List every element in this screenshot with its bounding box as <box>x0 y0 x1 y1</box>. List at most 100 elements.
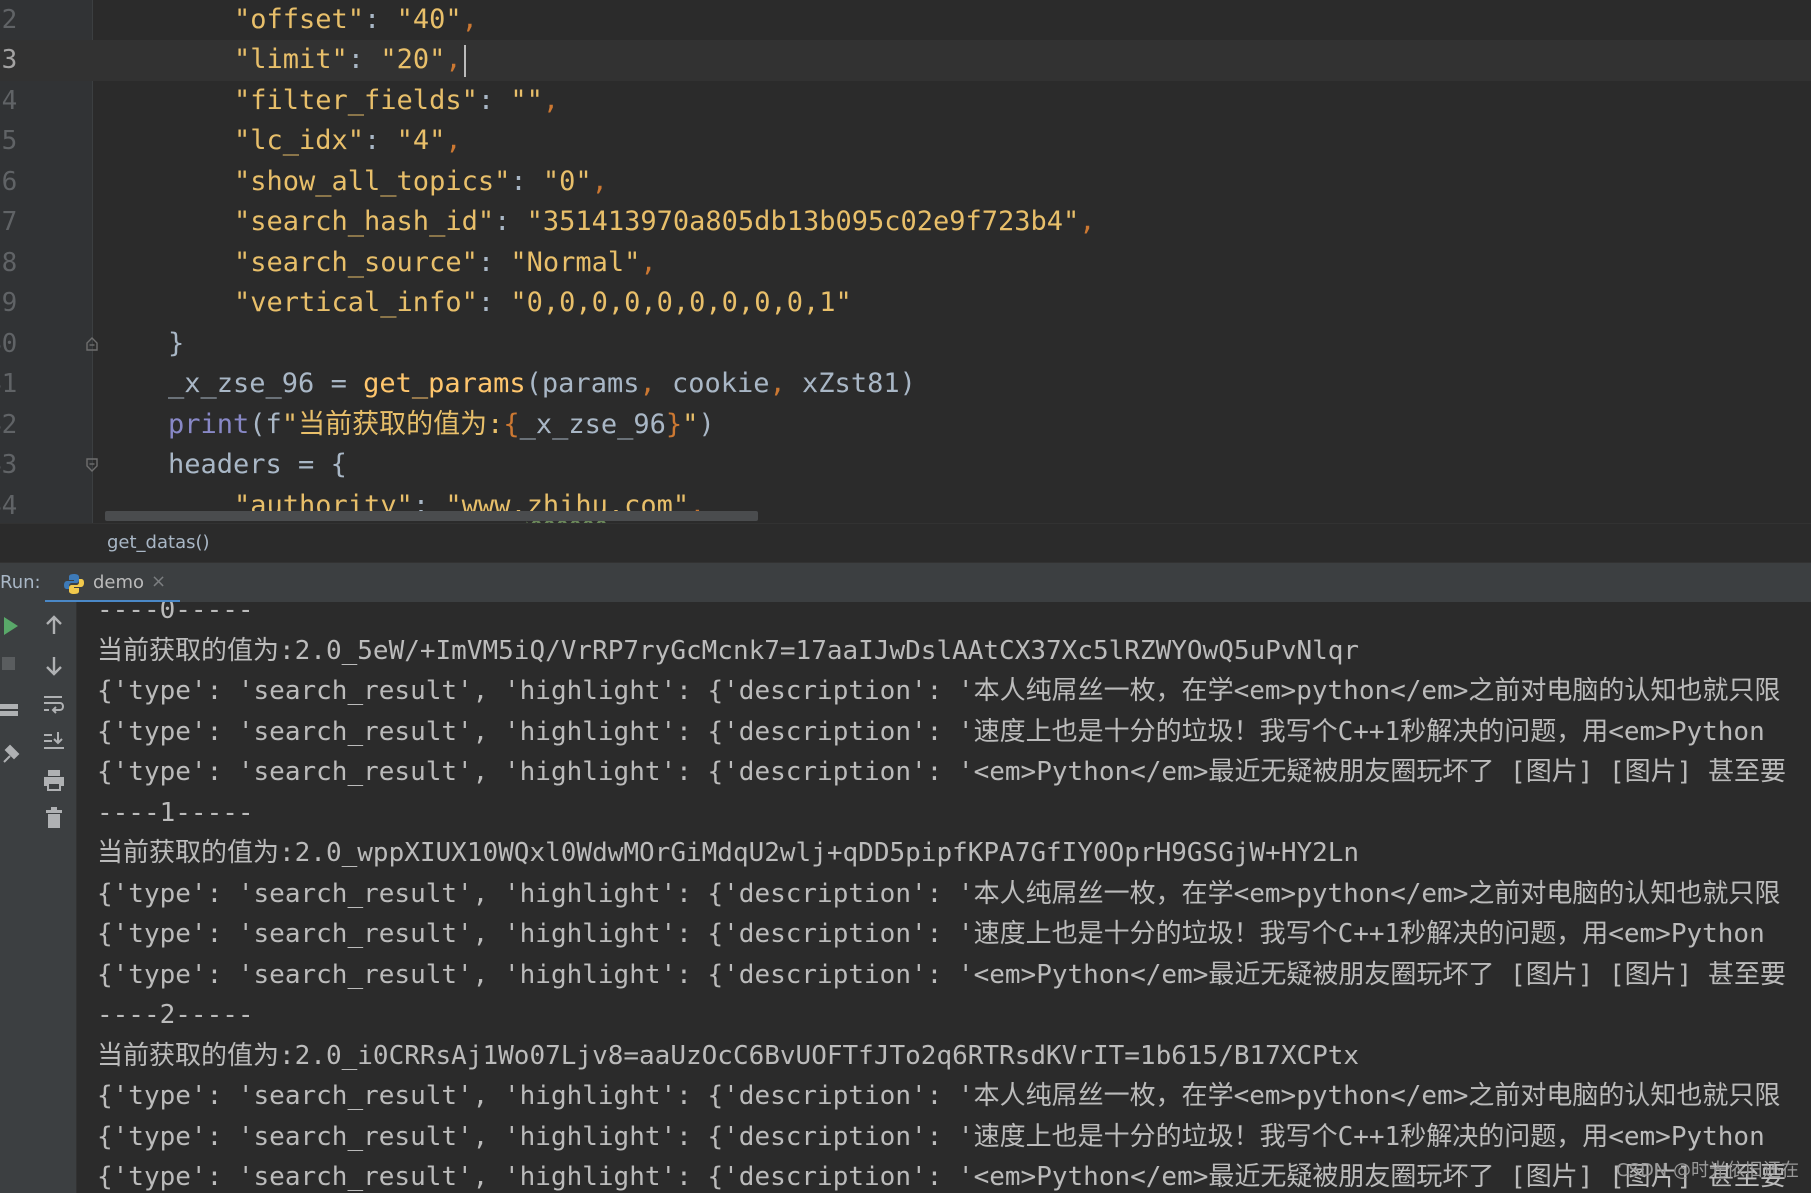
code-line[interactable]: 37 "search_hash_id": "351413970a805db13b… <box>0 202 1811 243</box>
dict-value: "4" <box>396 125 446 156</box>
console-line: {'type': 'search_result', 'highlight': {… <box>97 1081 1781 1111</box>
line-number: 35 <box>0 126 18 156</box>
console-line: ----2----- <box>97 1000 254 1030</box>
code-text: "offset": "40", <box>234 4 478 35</box>
console-line: {'type': 'search_result', 'highlight': {… <box>97 1121 1765 1152</box>
line-number: 37 <box>0 207 18 237</box>
comma: , <box>445 125 462 156</box>
console-line: ----1----- <box>97 797 254 828</box>
line-number: 43 <box>0 450 18 480</box>
line-number: 38 <box>0 247 18 278</box>
dict-key: "vertical_info" <box>234 287 478 318</box>
code-text: "limit": "20", <box>234 40 466 81</box>
console-line: {'type': 'search_result', 'highlight': {… <box>97 959 1786 990</box>
code-text: "lc_idx": "4", <box>234 125 462 156</box>
line-number: 41 <box>0 369 18 399</box>
comma: , <box>461 4 478 35</box>
fstring: "当前获取的值为: <box>281 408 504 440</box>
dict-value: "20" <box>380 44 446 75</box>
code-line[interactable]: 39 "vertical_info": "0,0,0,0,0,0,0,0,0,1… <box>0 283 1811 324</box>
dict-value: "0" <box>542 165 592 197</box>
code-line[interactable]: 42 print(f"当前获取的值为:{_x_zse_96}") <box>0 405 1811 446</box>
code-text: headers = { <box>168 449 347 480</box>
horizontal-scrollbar[interactable] <box>105 511 758 521</box>
layout-icon[interactable] <box>0 698 28 726</box>
run-label: Run: <box>0 572 41 593</box>
dict-key: "lc_idx" <box>234 125 365 156</box>
console-line: 当前获取的值为:2.0_5eW/+ImVM5iQ/VrRP7ryGcMcnk7=… <box>97 635 1360 666</box>
code-line[interactable]: 38 "search_source": "Normal", <box>0 243 1811 284</box>
run-toolwindow-header: Run: demo × <box>0 562 1811 603</box>
code-line[interactable]: 41 _x_zse_96 = get_params(params, cookie… <box>0 364 1811 405</box>
code-line-current[interactable]: 33 "limit": "20", <box>0 40 1811 81</box>
comma: , <box>1079 206 1096 237</box>
comma: , <box>640 246 657 278</box>
python-icon <box>64 574 84 594</box>
variable: _x_zse_96 <box>168 368 315 399</box>
code-text: print(f"当前获取的值为:{_x_zse_96}") <box>168 408 715 440</box>
console-line: 当前获取的值为:2.0_wppXIUX10WQxl0WdwMOrGiMdqU2w… <box>97 838 1360 868</box>
comma: , <box>542 84 560 116</box>
console-line: {'type': 'search_result', 'highlight': {… <box>97 676 1781 706</box>
arrow-down-icon[interactable] <box>40 652 68 680</box>
close-icon[interactable]: × <box>151 571 166 592</box>
arrow-up-icon[interactable] <box>40 612 68 640</box>
soft-wrap-icon[interactable] <box>40 690 68 718</box>
run-tab-label[interactable]: demo <box>93 572 144 593</box>
dict-key: "show_all_topics" <box>234 165 511 197</box>
code-text: } <box>168 327 185 359</box>
variable: headers <box>168 449 282 480</box>
line-number: 44 <box>0 490 18 521</box>
dict-key: "limit" <box>234 44 348 75</box>
console-line: {'type': 'search_result', 'highlight': {… <box>97 716 1765 747</box>
code-text: "filter_fields": "", <box>234 84 560 116</box>
function-call: get_params <box>363 368 526 399</box>
console-line: {'type': 'search_result', 'highlight': {… <box>97 757 1786 787</box>
print-icon[interactable] <box>40 766 68 794</box>
stop-icon[interactable] <box>0 650 28 678</box>
breadcrumb-function[interactable]: get_datas() <box>107 532 210 553</box>
builtin-print: print <box>168 408 250 440</box>
console-line: {'type': 'search_result', 'highlight': {… <box>97 919 1765 949</box>
code-line[interactable]: 36 "show_all_topics": "0", <box>0 162 1811 203</box>
comma: , <box>591 165 608 197</box>
code-text: "search_hash_id": "351413970a805db13b095… <box>234 206 1096 237</box>
line-number: 32 <box>0 5 18 35</box>
console-line: 当前获取的值为:2.0_i0CRRsAj1Wo07Ljv8=aaUzOcC6Bv… <box>97 1040 1360 1071</box>
scroll-to-end-icon[interactable] <box>40 728 68 756</box>
dict-value: "0,0,0,0,0,0,0,0,0,1" <box>510 287 852 318</box>
code-line[interactable]: 35 "lc_idx": "4", <box>0 121 1811 162</box>
dict-value: "" <box>510 84 543 116</box>
dict-key: "filter_fields" <box>234 84 478 116</box>
fold-start-icon[interactable] <box>84 457 100 473</box>
line-number: 36 <box>0 166 18 197</box>
dict-key: "offset" <box>234 4 365 35</box>
console-line: ----0----- <box>97 602 254 625</box>
text-caret <box>463 44 466 77</box>
line-number: 33 <box>0 45 18 75</box>
breadcrumb-bar: get_datas() <box>0 523 1811 562</box>
trash-icon[interactable] <box>40 804 68 832</box>
code-line[interactable]: 34 "filter_fields": "", <box>0 81 1811 122</box>
code-line[interactable]: 43 headers = { <box>0 445 1811 486</box>
line-number: 34 <box>0 85 18 116</box>
run-console[interactable]: ----0----- 当前获取的值为:2.0_5eW/+ImVM5iQ/VrRP… <box>77 602 1811 1193</box>
code-text: _x_zse_96 = get_params(params, cookie, x… <box>168 368 916 399</box>
console-line: {'type': 'search_result', 'highlight': {… <box>97 878 1781 909</box>
fold-end-icon[interactable] <box>84 336 100 352</box>
line-number: 39 <box>0 288 18 318</box>
dict-key: "search_source" <box>234 246 478 278</box>
dict-value: "Normal" <box>510 246 641 278</box>
line-number: 40 <box>0 328 18 359</box>
pin-icon[interactable] <box>0 740 28 768</box>
line-number: 42 <box>0 409 18 440</box>
play-icon[interactable] <box>0 612 28 640</box>
code-line[interactable]: 32 "offset": "40", <box>0 0 1811 41</box>
comma: , <box>445 44 462 75</box>
code-line[interactable]: 40 } <box>0 324 1811 365</box>
run-toolbar <box>0 602 77 1193</box>
code-editor[interactable]: 32 "offset": "40", 33 "limit": "20", 34 … <box>0 0 1811 523</box>
watermark: CSDN @时光依旧还在 <box>1615 1160 1799 1181</box>
code-text: "show_all_topics": "0", <box>234 165 608 197</box>
code-text: "vertical_info": "0,0,0,0,0,0,0,0,0,1" <box>234 287 852 318</box>
